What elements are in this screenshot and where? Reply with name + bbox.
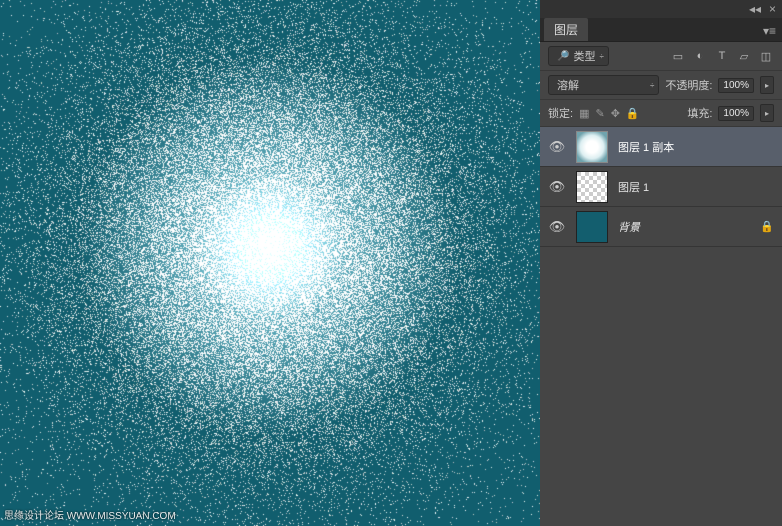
- document-canvas[interactable]: [0, 0, 540, 526]
- close-icon[interactable]: ×: [769, 2, 776, 16]
- panel-tab-bar: 图层 ▾≡: [540, 18, 782, 42]
- filter-image-icon[interactable]: ▭: [670, 50, 686, 63]
- opacity-stepper[interactable]: ▸: [760, 76, 774, 94]
- lock-move-icon[interactable]: ✥: [611, 107, 620, 120]
- visibility-toggle-icon[interactable]: 👁: [548, 179, 566, 195]
- fill-input[interactable]: 100%: [718, 106, 754, 121]
- layer-thumbnail[interactable]: [576, 171, 608, 203]
- layer-row[interactable]: 👁 图层 1 副本: [540, 127, 782, 167]
- lock-all-icon[interactable]: 🔒: [626, 107, 640, 120]
- fill-label: 填充:: [687, 105, 712, 121]
- layer-name[interactable]: 图层 1: [618, 179, 774, 195]
- opacity-input[interactable]: 100%: [718, 78, 754, 93]
- lock-row: 锁定: ▦ ✎ ✥ 🔒 填充: 100% ▸: [540, 100, 782, 127]
- layer-row[interactable]: 👁 图层 1: [540, 167, 782, 207]
- filter-row: 🔎 类型 ÷ ▭ ◐ T ▱ ◫: [540, 42, 782, 71]
- fill-stepper[interactable]: ▸: [760, 104, 774, 122]
- filter-type-label: 类型: [573, 48, 595, 64]
- search-icon: 🔎: [557, 51, 569, 62]
- layer-name[interactable]: 背㬌: [618, 219, 750, 235]
- visibility-toggle-icon[interactable]: 👁: [548, 219, 566, 235]
- lock-brush-icon[interactable]: ✎: [595, 107, 604, 120]
- layer-name[interactable]: 图层 1 副本: [618, 139, 774, 155]
- blend-row: 溶解 ÷ 不透明度: 100% ▸: [540, 71, 782, 100]
- lock-label: 锁定:: [548, 105, 573, 121]
- tab-layers[interactable]: 图层: [544, 18, 588, 41]
- filter-type-icon[interactable]: T: [714, 50, 730, 62]
- layer-list: 👁 图层 1 副本 👁 图层 1 👁 背㬌 🔒: [540, 127, 782, 526]
- panel-top-strip: ◂◂ ×: [540, 0, 782, 18]
- layer-thumbnail[interactable]: [576, 131, 608, 163]
- caret-icon: ÷: [599, 52, 603, 61]
- lock-icon: 🔒: [760, 220, 774, 233]
- filter-shape-icon[interactable]: ▱: [736, 50, 752, 63]
- filter-adjust-icon[interactable]: ◐: [692, 50, 708, 62]
- lock-icons: ▦ ✎ ✥ 🔒: [579, 107, 640, 120]
- filter-smart-icon[interactable]: ◫: [758, 50, 774, 63]
- filter-type-select[interactable]: 🔎 类型 ÷: [548, 46, 609, 66]
- caret-icon: ÷: [650, 81, 654, 90]
- layer-thumbnail[interactable]: [576, 211, 608, 243]
- lock-transparent-icon[interactable]: ▦: [579, 107, 589, 120]
- visibility-toggle-icon[interactable]: 👁: [548, 139, 566, 155]
- watermark-text: 思缘设计论坛 WWW.MISSYUAN.COM: [4, 507, 176, 522]
- opacity-label: 不透明度:: [665, 77, 712, 93]
- blend-mode-select[interactable]: 溶解 ÷: [548, 75, 659, 95]
- layers-panel: ◂◂ × 图层 ▾≡ 🔎 类型 ÷ ▭ ◐ T ▱ ◫ 溶解 ÷ 不透明度: 1…: [540, 0, 782, 526]
- collapse-icon[interactable]: ◂◂: [749, 2, 761, 16]
- blend-mode-value: 溶解: [557, 77, 579, 93]
- panel-menu-icon[interactable]: ▾≡: [757, 21, 782, 41]
- layer-row[interactable]: 👁 背㬌 🔒: [540, 207, 782, 247]
